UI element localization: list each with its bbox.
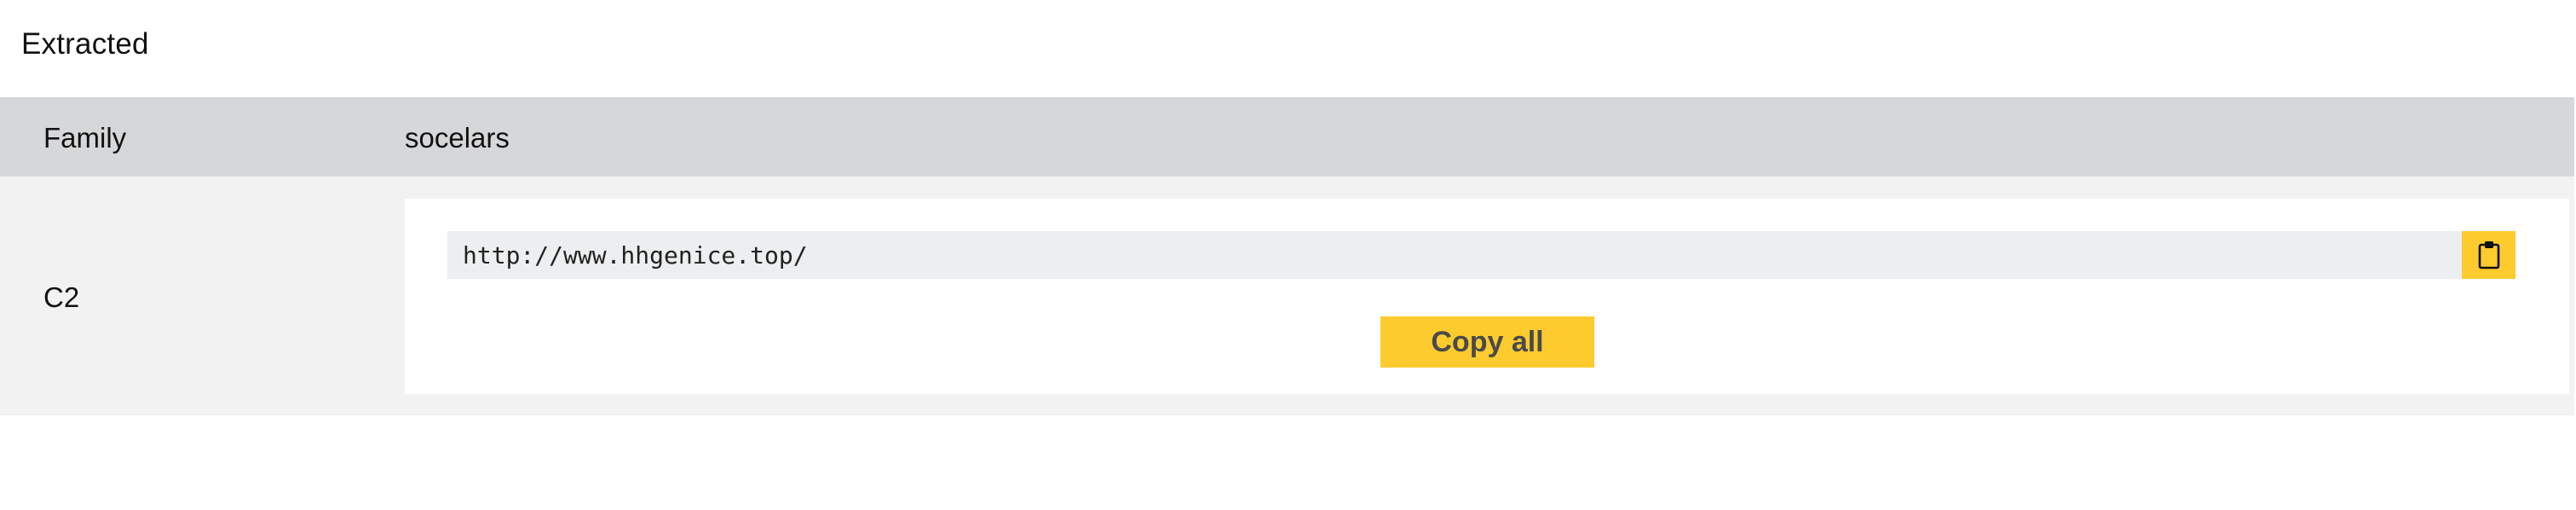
c2-panel: Copy all: [405, 199, 2569, 394]
c2-label: C2: [43, 281, 80, 313]
extracted-page: Extracted Family socelars C2 Copy all: [0, 0, 2576, 510]
c2-row: C2 Copy all: [0, 177, 2574, 415]
family-row: Family socelars: [0, 97, 2574, 177]
copy-url-button[interactable]: [2462, 231, 2515, 279]
copy-all-button[interactable]: Copy all: [1380, 316, 1594, 368]
c2-url-field[interactable]: [447, 231, 2462, 279]
family-label: Family: [43, 122, 127, 154]
section-title: Extracted: [21, 27, 149, 61]
clipboard-icon: [2476, 240, 2502, 270]
family-value: socelars: [405, 122, 510, 154]
